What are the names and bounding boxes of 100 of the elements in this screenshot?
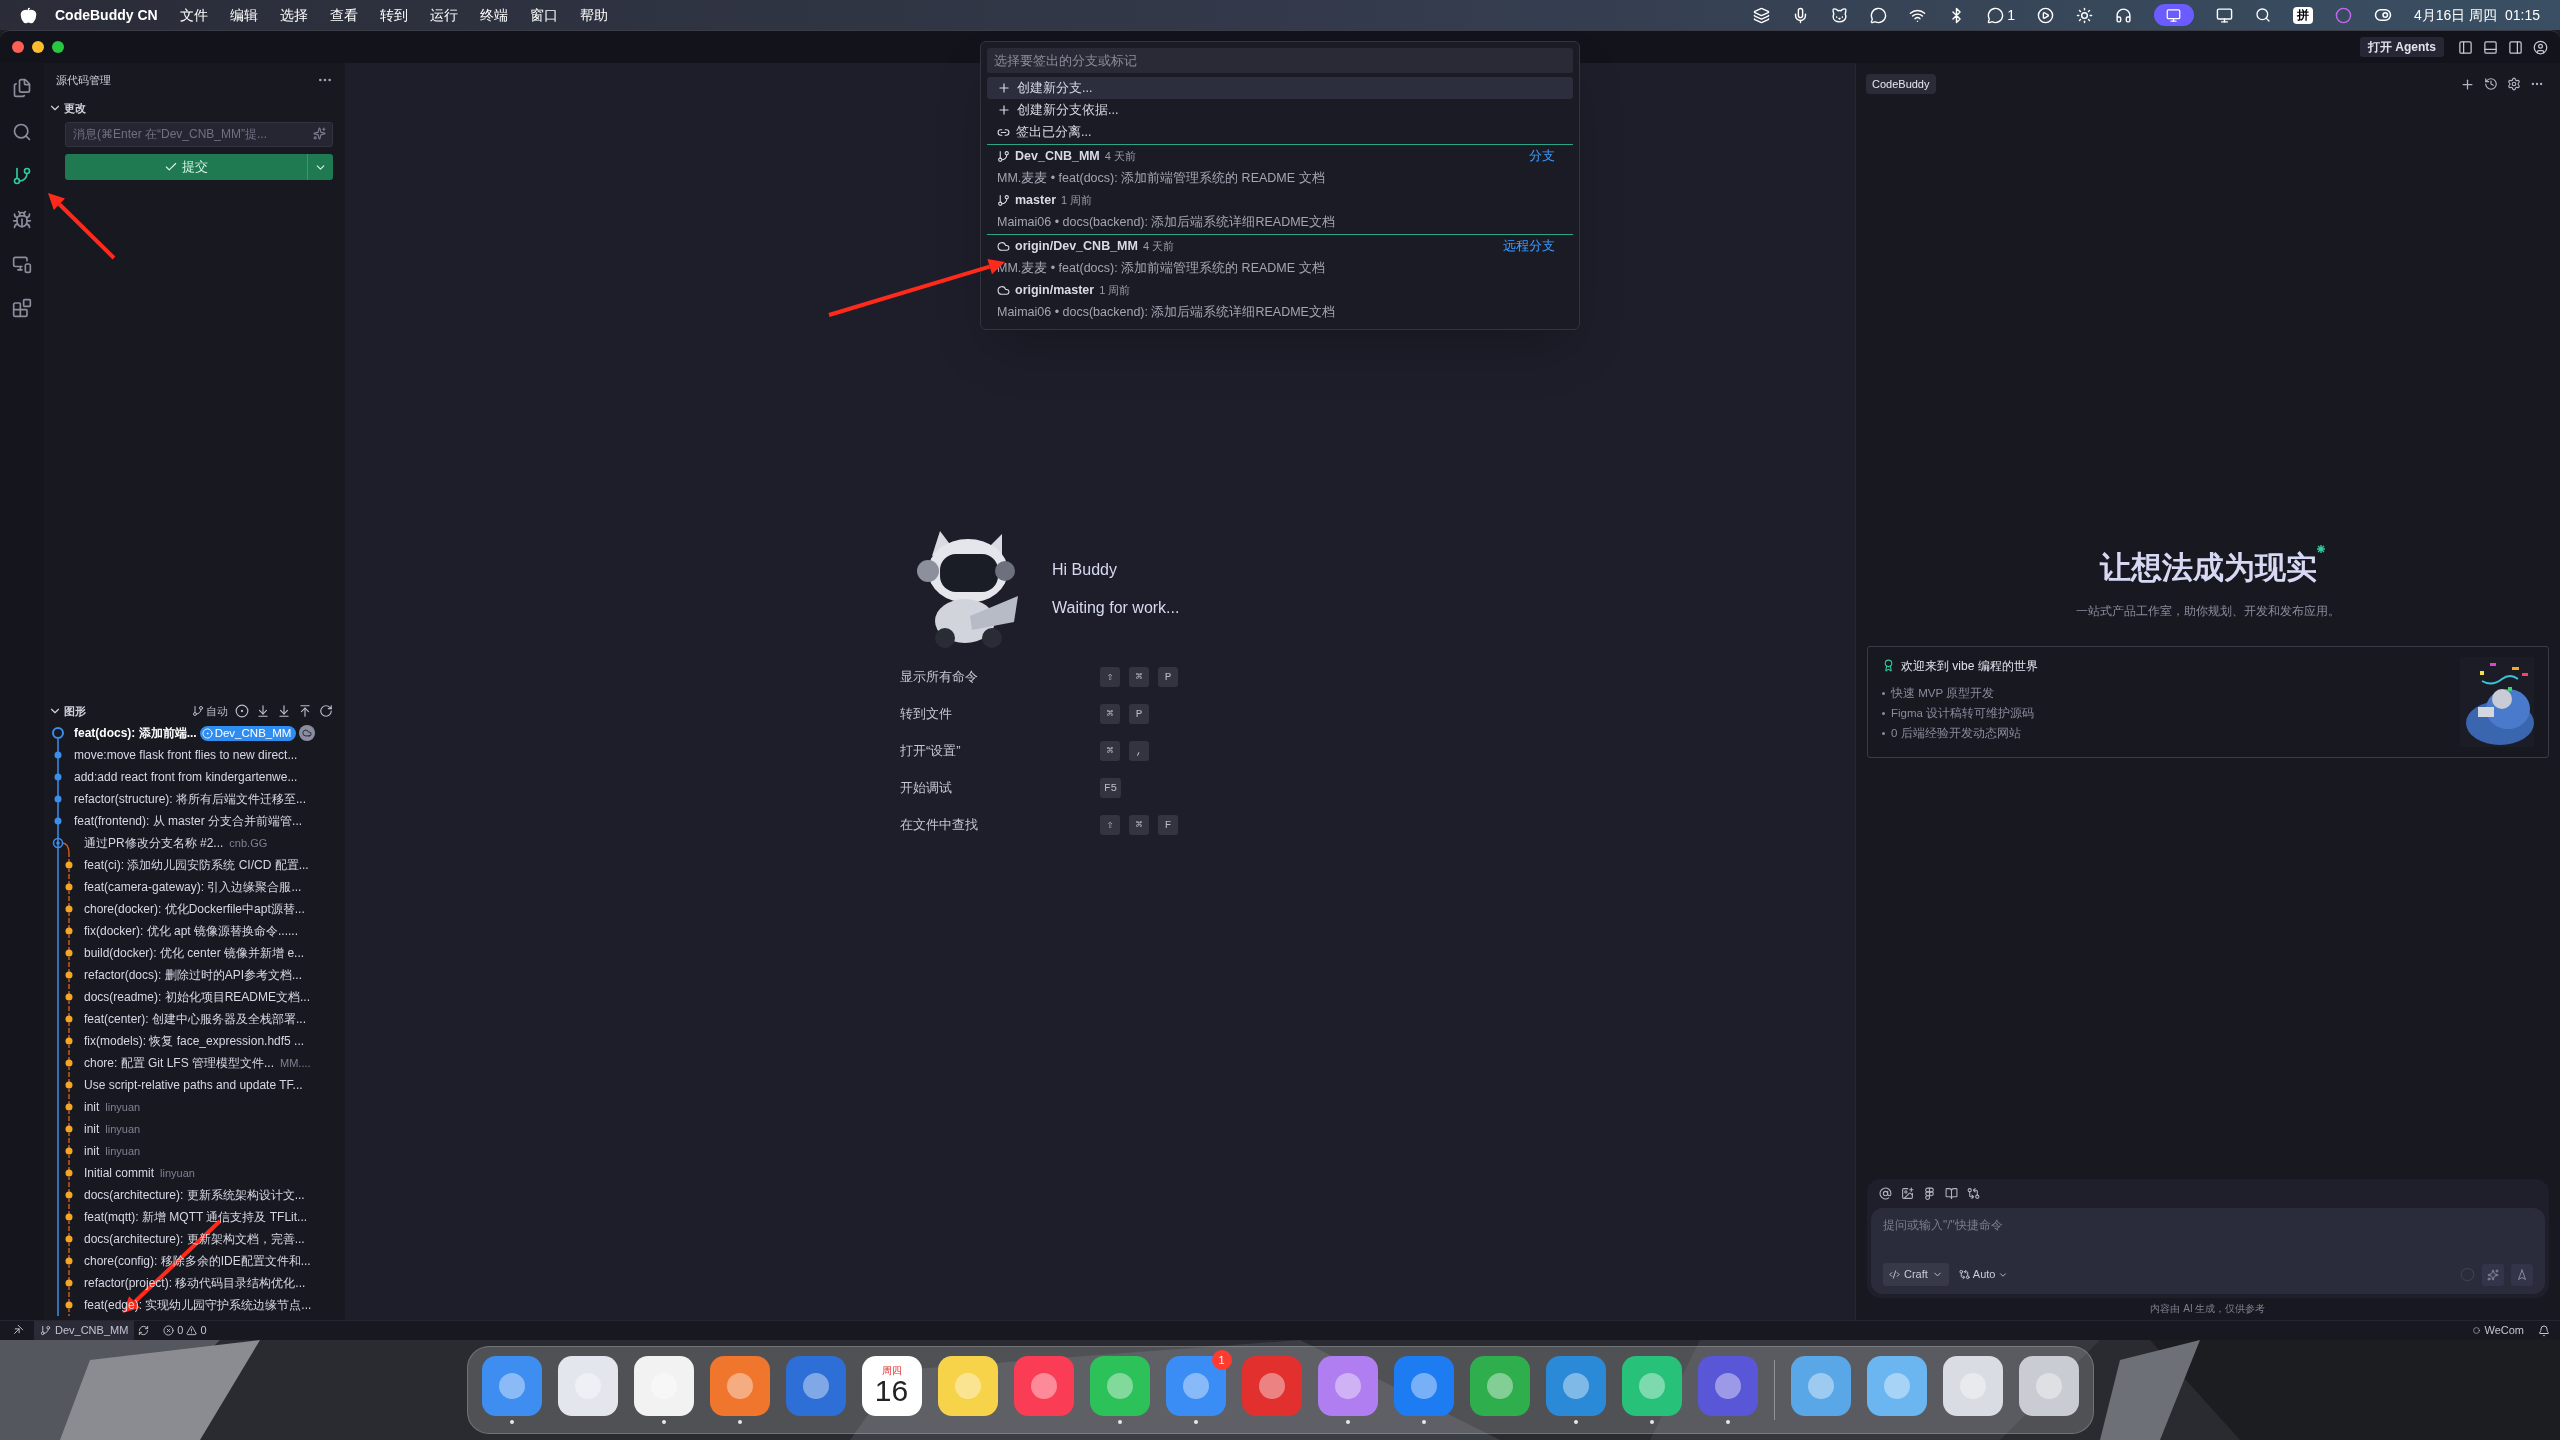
commit-message-field[interactable]: 消息(⌘Enter 在“Dev_CNB_MM”提...	[65, 121, 333, 147]
fetch-icon[interactable]	[256, 704, 270, 718]
branch-item[interactable]: Dev_CNB_MM 4 天前 分支 MM.麦麦 • feat(docs): 添加前端管理系统的 README 文档	[987, 145, 1573, 189]
app-icon[interactable]	[785, 1356, 846, 1416]
app-icon[interactable]	[633, 1356, 694, 1416]
app-icon[interactable]	[1790, 1356, 1851, 1416]
calendar-app-icon[interactable]: 周四 16	[861, 1356, 922, 1416]
debug-icon[interactable]	[12, 210, 32, 230]
commit-message[interactable]: Initial commit	[84, 1164, 154, 1182]
picker-action[interactable]: 创建新分支...	[1017, 78, 1093, 98]
app-icon[interactable]	[1621, 1356, 1682, 1416]
explorer-icon[interactable]	[12, 78, 32, 98]
section-title[interactable]: 图形	[64, 702, 86, 720]
commit-message[interactable]: docs(readme): 初始化项目README文档...	[84, 988, 311, 1006]
app-icon[interactable]	[1165, 1356, 1226, 1416]
close-window-button[interactable]	[12, 41, 24, 53]
app-icon[interactable]	[1393, 1356, 1454, 1416]
compare-icon[interactable]	[1967, 1187, 1980, 1200]
new-chat-icon[interactable]	[2460, 76, 2475, 92]
commit-message[interactable]: feat(ci): 添加幼儿园安防系统 CI/CD 配置...	[84, 856, 309, 874]
account-icon[interactable]	[2533, 39, 2548, 55]
error-icon[interactable]	[163, 1325, 175, 1336]
toggle-sidebar-icon[interactable]	[2458, 39, 2473, 55]
menu-item[interactable]: 编辑	[229, 4, 258, 26]
branch-item[interactable]: origin/master 1 周前 Maimai06 • docs(backend): 添加后端系统详细README文档	[987, 279, 1573, 323]
commit-message[interactable]: Use script-relative paths and update TF...	[84, 1076, 303, 1094]
app-icon[interactable]	[1545, 1356, 1606, 1416]
menu-item[interactable]: 帮助	[579, 4, 608, 26]
commit-message[interactable]: fix(models): 恢复 face_expression.hdf5 ...	[84, 1032, 305, 1050]
assistant-icon[interactable]	[2334, 6, 2352, 24]
brightness-icon[interactable]	[2075, 6, 2093, 24]
extensions-icon[interactable]	[12, 298, 32, 318]
app-menu[interactable]: CodeBuddy CN	[55, 4, 158, 26]
commit-message[interactable]: chore(docker): 优化Dockerfile中apt源替...	[84, 900, 305, 918]
figma-icon[interactable]	[1923, 1187, 1936, 1200]
app-icon[interactable]	[1317, 1356, 1378, 1416]
warning-count[interactable]: 0	[200, 1322, 207, 1339]
image-icon[interactable]	[1901, 1187, 1914, 1200]
commit-message[interactable]: feat(camera-gateway): 引入边缘聚合服...	[84, 878, 302, 896]
app-icon[interactable]	[481, 1356, 542, 1416]
account-status-item[interactable]: WeCom	[2484, 1322, 2524, 1339]
cat-icon[interactable]	[1831, 6, 1849, 24]
target-icon[interactable]	[235, 704, 249, 718]
commit-message[interactable]: docs(architecture): 更新系统架构设计文...	[84, 1186, 305, 1204]
menu-item[interactable]: 转到	[379, 4, 408, 26]
refresh-icon[interactable]	[319, 704, 333, 718]
sparkle-icon[interactable]	[2487, 1268, 2499, 1281]
search-icon[interactable]	[2254, 7, 2271, 23]
app-icon[interactable]	[937, 1356, 998, 1416]
warning-icon[interactable]	[186, 1325, 198, 1336]
app-icon[interactable]	[2018, 1356, 2079, 1416]
commit-message[interactable]: init	[84, 1142, 100, 1160]
panel-tab[interactable]: CodeBuddy	[1866, 73, 1936, 95]
history-icon[interactable]	[2484, 77, 2498, 91]
toggle-secondary-sidebar-icon[interactable]	[2508, 39, 2523, 55]
source-control-icon[interactable]	[12, 166, 32, 186]
menu-item[interactable]: 查看	[329, 4, 358, 26]
screen-mirroring-icon[interactable]	[2166, 7, 2182, 23]
commit-message[interactable]: move:move flask front flies to new direct...	[74, 746, 298, 764]
open-agents-button[interactable]: 打开 Agents	[2360, 37, 2444, 57]
commit-message[interactable]: init	[84, 1120, 100, 1138]
send-icon[interactable]	[2516, 1268, 2528, 1281]
book-icon[interactable]	[1945, 1187, 1958, 1200]
commit-message[interactable]: refactor(structure): 将所有后端文件迁移至...	[74, 790, 307, 808]
control-center-icon[interactable]	[2373, 6, 2392, 24]
model-dropdown[interactable]: Auto	[1972, 1266, 1996, 1283]
branch-item[interactable]: master 1 周前 Maimai06 • docs(backend): 添加后端系统详细README文档	[987, 189, 1573, 233]
picker-action[interactable]: 签出已分离...	[1016, 122, 1092, 142]
app-icon[interactable]	[709, 1356, 770, 1416]
search-icon[interactable]	[12, 122, 32, 142]
chat-icon[interactable]	[1987, 6, 2005, 24]
toggle-panel-icon[interactable]	[2483, 39, 2498, 55]
app-icon[interactable]	[1089, 1356, 1150, 1416]
commit-message[interactable]: feat(center): 创建中心服务器及全栈部署...	[84, 1010, 307, 1028]
mention-icon[interactable]	[1879, 1187, 1892, 1200]
notifications-icon[interactable]	[2538, 1324, 2550, 1337]
picker-action[interactable]: 创建新分支依据...	[1017, 100, 1119, 120]
app-icon[interactable]	[557, 1356, 618, 1416]
play-icon[interactable]	[2036, 6, 2054, 24]
menu-item[interactable]: 文件	[179, 4, 208, 26]
menu-item[interactable]: 窗口	[529, 4, 558, 26]
commit-message[interactable]: 通过PR修改分支名称 #2...	[84, 834, 224, 852]
branch-icon[interactable]	[192, 705, 204, 717]
commit-message[interactable]: feat(docs): 添加前端...	[74, 724, 197, 742]
app-status-icon[interactable]	[1753, 6, 1771, 24]
branch-icon[interactable]	[40, 1325, 51, 1336]
commit-message[interactable]: build(docker): 优化 center 镜像并新增 e...	[84, 944, 305, 962]
app-icon[interactable]	[1469, 1356, 1530, 1416]
headphones-icon[interactable]	[2114, 6, 2132, 24]
commit-message[interactable]: chore: 配置 Git LFS 管理模型文件...	[84, 1054, 275, 1072]
chat-icon[interactable]	[1870, 6, 1888, 24]
push-icon[interactable]	[298, 704, 312, 718]
auto-branch-button[interactable]: 自动	[206, 702, 228, 720]
commit-message[interactable]: feat(frontend): 从 master 分支合并前端管...	[74, 812, 303, 830]
sync-icon[interactable]	[138, 1325, 150, 1336]
commit-message[interactable]: fix(docker): 优化 apt 镜像源替换命令......	[84, 922, 299, 940]
app-icon[interactable]	[1866, 1356, 1927, 1416]
menu-item[interactable]: 运行	[429, 4, 458, 26]
chat-input-field[interactable]: 提问或输入"/"快捷命令	[1883, 1216, 2533, 1234]
commit-message[interactable]: feat(mqtt): 新增 MQTT 通信支持及 TFLit...	[84, 1208, 308, 1226]
